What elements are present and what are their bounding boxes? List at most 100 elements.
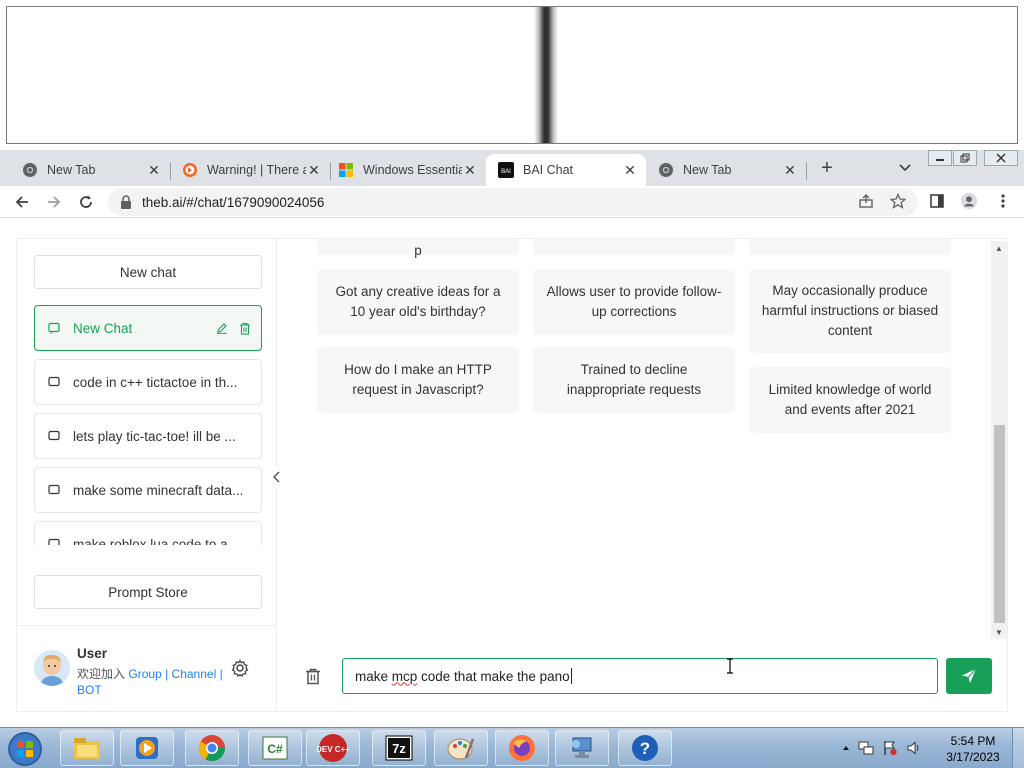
chat-title: code in c++ tictactoe in th...: [73, 374, 238, 390]
example-card[interactable]: How do I make an HTTP request in Javascr…: [317, 347, 519, 413]
new-chat-button[interactable]: New chat: [34, 255, 262, 289]
chevron-down-icon[interactable]: [894, 158, 916, 178]
limitation-card: Limited knowledge of world and events af…: [749, 367, 951, 433]
tab-title: BAI Chat: [523, 163, 574, 177]
scroll-up-arrow[interactable]: ▲: [991, 241, 1007, 255]
share-icon[interactable]: [857, 192, 875, 210]
edit-icon[interactable]: [215, 321, 229, 335]
partial-card: [533, 239, 735, 255]
tab-bai-chat[interactable]: BAI BAI Chat ✕: [486, 154, 646, 186]
message-input[interactable]: make mcp code that make the pano: [342, 658, 938, 694]
devcpp-icon[interactable]: DEV C++: [306, 730, 360, 766]
svg-text:BAI: BAI: [501, 169, 511, 175]
tab-title: New Tab: [683, 163, 732, 177]
link-separator: |: [165, 667, 169, 681]
close-window-button[interactable]: [984, 150, 1018, 166]
tab-new-tab-1[interactable]: New Tab ✕: [10, 154, 170, 186]
send-button[interactable]: [946, 658, 992, 694]
chrome-icon: [22, 162, 38, 178]
scroll-down-arrow[interactable]: ▼: [991, 625, 1007, 639]
firefox-icon[interactable]: [495, 730, 549, 766]
network-icon[interactable]: [555, 730, 609, 766]
chat-app: New chat New Chat code in c++ tictactoe …: [16, 238, 1009, 713]
chat-item-active[interactable]: New Chat: [34, 305, 262, 351]
show-desktop-button[interactable]: [1012, 728, 1024, 768]
csharp-icon[interactable]: C#: [248, 730, 302, 766]
group-link[interactable]: Group: [128, 667, 161, 681]
ibeam-cursor-icon: [727, 658, 733, 674]
address-bar-row: theb.ai/#/chat/1679090024056: [0, 186, 1024, 218]
chat-list: New chat New Chat code in c++ tictactoe …: [17, 239, 277, 545]
main-panel: p Got any creative ideas for a 10 year o…: [278, 239, 1009, 713]
background-window: [6, 6, 1018, 144]
bot-link[interactable]: BOT: [77, 683, 102, 697]
chat-bubble-icon: [47, 483, 61, 497]
network-tray-icon[interactable]: [858, 740, 874, 756]
sidepanel-icon[interactable]: [928, 192, 946, 210]
chat-item[interactable]: code in c++ tictactoe in th...: [34, 359, 262, 405]
partial-card-text: p: [414, 243, 422, 258]
prompt-store-button[interactable]: Prompt Store: [34, 575, 262, 609]
chat-title: New Chat: [73, 320, 133, 336]
profile-icon[interactable]: [960, 192, 978, 210]
tab-warning[interactable]: Warning! | There a ✕: [170, 154, 330, 186]
7zip-label: 7z: [392, 741, 406, 756]
new-tab-button[interactable]: +: [814, 155, 840, 181]
close-icon[interactable]: ✕: [782, 162, 798, 178]
menu-dots-icon[interactable]: [994, 192, 1012, 210]
url-bar[interactable]: theb.ai/#/chat/1679090024056: [108, 188, 918, 216]
clear-chat-trash-icon[interactable]: [304, 667, 322, 685]
clock-time: 5:54 PM: [950, 734, 996, 748]
chat-item[interactable]: make roblox lua code to a...: [34, 521, 262, 545]
help-icon[interactable]: ?: [618, 730, 672, 766]
reload-button[interactable]: [74, 190, 98, 214]
explorer-icon[interactable]: [60, 730, 114, 766]
devcpp-label: DEV C++: [317, 745, 349, 754]
send-icon: [962, 668, 977, 683]
tab-title: New Tab: [47, 163, 96, 177]
browser-tab-strip: New Tab ✕ Warning! | There a ✕ Windows E…: [0, 150, 1024, 186]
system-clock[interactable]: 5:54 PM 3/17/2023: [940, 733, 1006, 765]
channel-link[interactable]: Channel: [172, 667, 217, 681]
chrome-icon: [658, 162, 674, 178]
chat-item[interactable]: lets play tic-tac-toe! ill be ...: [34, 413, 262, 459]
star-icon[interactable]: [889, 192, 907, 210]
chrome-icon[interactable]: [185, 730, 239, 766]
delete-icon[interactable]: [238, 321, 252, 335]
minimize-button[interactable]: [928, 150, 952, 166]
example-card[interactable]: Got any creative ideas for a 10 year old…: [317, 269, 519, 335]
tab-new-tab-2[interactable]: New Tab ✕: [646, 154, 806, 186]
close-icon[interactable]: ✕: [462, 162, 478, 178]
tab-windows-essentials[interactable]: Windows Essentia ✕: [326, 154, 486, 186]
csharp-label: C#: [267, 742, 283, 756]
volume-icon[interactable]: [906, 740, 922, 756]
media-player-icon[interactable]: [120, 730, 174, 766]
input-text-after: code that make the pano: [417, 668, 570, 684]
tab-separator: [806, 162, 807, 180]
user-links: 欢迎加入 Group | Channel | BOT: [77, 666, 227, 698]
back-button[interactable]: [10, 190, 34, 214]
suggestion-cards: p Got any creative ideas for a 10 year o…: [278, 239, 988, 625]
bai-icon: BAI: [498, 162, 514, 178]
chat-title: make some minecraft data...: [73, 482, 244, 498]
chat-item[interactable]: make some minecraft data...: [34, 467, 262, 513]
paint-icon[interactable]: [434, 730, 488, 766]
restore-button[interactable]: [953, 150, 977, 166]
windows-taskbar: C# DEV C++ 7z ? 5:54 PM 3/17/2023: [0, 727, 1024, 768]
close-icon[interactable]: ✕: [306, 162, 322, 178]
limitation-card: May occasionally produce harmful instruc…: [749, 269, 951, 353]
start-button[interactable]: [4, 730, 46, 768]
svg-text:?: ?: [640, 739, 650, 758]
chat-bubble-icon: [47, 321, 61, 335]
scrollbar-thumb[interactable]: [994, 425, 1005, 623]
close-icon[interactable]: ✕: [146, 162, 162, 178]
avatar[interactable]: [34, 650, 70, 686]
7zip-icon[interactable]: 7z: [372, 730, 426, 766]
settings-gear-icon[interactable]: [231, 659, 249, 677]
close-icon[interactable]: ✕: [622, 162, 638, 178]
show-hidden-icons-icon[interactable]: [842, 744, 850, 752]
microsoft-icon: [338, 162, 354, 178]
forward-button[interactable]: [42, 190, 66, 214]
action-center-flag-icon[interactable]: [882, 740, 898, 756]
tab-title: Warning! | There a: [207, 163, 306, 177]
